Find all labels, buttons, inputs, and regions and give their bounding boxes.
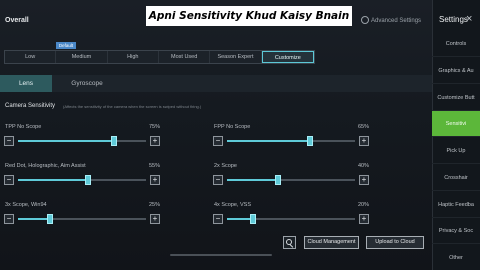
preset-most-used[interactable]: Most Used <box>159 51 211 63</box>
increase-button[interactable]: + <box>150 136 160 146</box>
sidebar-item-controls[interactable]: Controls <box>432 31 480 57</box>
preset-selector: Low Medium High Most Used Season Expert … <box>4 50 315 64</box>
slider-value: 25% <box>148 202 160 208</box>
gear-icon[interactable] <box>361 16 369 24</box>
default-badge: Default <box>56 42 76 49</box>
decrease-button[interactable]: − <box>4 136 14 146</box>
slider-thumb[interactable] <box>307 136 313 146</box>
slider-label: 3x Scope, Win94 <box>5 202 47 208</box>
slider-label: 2x Scope <box>214 163 237 169</box>
preset-high[interactable]: High <box>108 51 159 63</box>
video-caption: Apni Sensitivity Khud Kaisy Bnain <box>146 6 352 26</box>
increase-button[interactable]: + <box>150 214 160 224</box>
sidebar-item-crosshair[interactable]: Crosshair <box>432 165 480 191</box>
slider-thumb[interactable] <box>250 214 256 224</box>
cloud-management-button[interactable]: Cloud Management <box>304 236 359 249</box>
slider-track[interactable] <box>18 214 146 224</box>
lens-tab-bar: Lens Gyroscope <box>0 75 432 92</box>
sidebar-item-customize-buttons[interactable]: Customize Butt <box>432 85 480 111</box>
preset-medium[interactable]: Medium <box>56 51 108 63</box>
slider-fill <box>18 218 50 220</box>
decrease-button[interactable]: − <box>213 175 223 185</box>
slider-value: 65% <box>357 124 369 130</box>
close-icon[interactable]: × <box>466 13 472 25</box>
preset-customize[interactable]: Customize <box>261 51 314 63</box>
increase-button[interactable]: + <box>359 214 369 224</box>
upload-to-cloud-button[interactable]: Upload to Cloud <box>366 236 424 249</box>
slider-value: 40% <box>357 163 369 169</box>
slider-thumb[interactable] <box>275 175 281 185</box>
slider-fill <box>227 179 278 181</box>
slider-track[interactable] <box>18 136 146 146</box>
tab-lens[interactable]: Lens <box>0 75 52 92</box>
game-settings-screen: Overall Advanced Settings Apni Sensitivi… <box>0 0 480 270</box>
slider-label: FPP No Scope <box>214 124 251 130</box>
slider-track[interactable] <box>18 175 146 185</box>
sidebar-item-privacy[interactable]: Privacy & Soc <box>432 218 480 244</box>
home-indicator <box>170 254 272 256</box>
slider-fill <box>227 140 310 142</box>
section-title: Camera Sensitivity <box>5 103 56 109</box>
sidebar-item-pick-up[interactable]: Pick Up <box>432 138 480 164</box>
sidebar-item-other[interactable]: Other <box>432 245 480 270</box>
increase-button[interactable]: + <box>359 136 369 146</box>
sidebar-item-haptic-feedback[interactable]: Haptic Feedba <box>432 192 480 218</box>
slider-fill <box>18 179 88 181</box>
sidebar-item-sensitivity[interactable]: Sensitivi <box>432 111 480 137</box>
decrease-button[interactable]: − <box>213 136 223 146</box>
preset-low[interactable]: Low <box>5 51 57 63</box>
slider-value: 20% <box>357 202 369 208</box>
section-description: (Affects the sensitivity of the camera w… <box>63 104 202 109</box>
advanced-settings-link[interactable]: Advanced Settings <box>371 18 421 24</box>
search-button[interactable] <box>283 236 296 249</box>
preset-season-expert[interactable]: Season Expert <box>210 51 262 63</box>
slider-label: TPP No Scope <box>5 124 42 130</box>
slider-track[interactable] <box>227 175 355 185</box>
slider-label: 4x Scope, VSS <box>214 202 251 208</box>
slider-thumb[interactable] <box>111 136 117 146</box>
decrease-button[interactable]: − <box>213 214 223 224</box>
increase-button[interactable]: + <box>359 175 369 185</box>
tab-gyroscope[interactable]: Gyroscope <box>62 75 112 92</box>
page-title: Overall <box>5 17 29 24</box>
slider-value: 55% <box>148 163 160 169</box>
sidebar-item-graphics[interactable]: Graphics & Au <box>432 58 480 84</box>
decrease-button[interactable]: − <box>4 214 14 224</box>
slider-label: Red Dot, Holographic, Aim Assist <box>5 163 86 169</box>
slider-thumb[interactable] <box>85 175 91 185</box>
increase-button[interactable]: + <box>150 175 160 185</box>
slider-track[interactable] <box>227 136 355 146</box>
slider-track[interactable] <box>227 214 355 224</box>
slider-thumb[interactable] <box>47 214 53 224</box>
slider-value: 75% <box>148 124 160 130</box>
slider-fill <box>18 140 114 142</box>
sidebar-title: Settings <box>439 15 468 24</box>
decrease-button[interactable]: − <box>4 175 14 185</box>
